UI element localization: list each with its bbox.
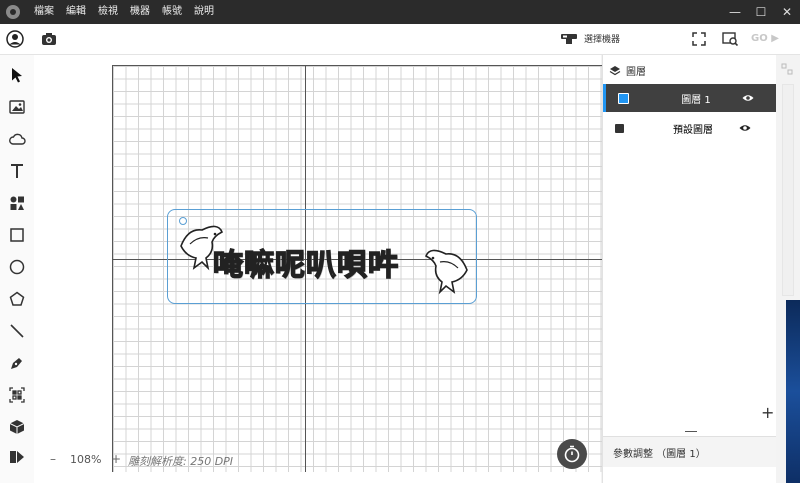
menu-machine[interactable]: 機器 <box>124 0 156 24</box>
maximize-button[interactable]: ☐ <box>748 0 774 24</box>
title-bar: 檔案 編輯 檢視 機器 帳號 說明 — ☐ ✕ <box>0 0 800 24</box>
eye-icon[interactable] <box>742 92 754 104</box>
layer-color-swatch[interactable] <box>615 123 624 133</box>
3d-box-tool-icon[interactable] <box>8 418 26 436</box>
pen-tool-icon[interactable] <box>8 354 26 372</box>
select-machine-label[interactable]: 選擇機器 <box>584 32 620 45</box>
layers-panel: 圖層 圖層 1 預設圖層 + 參數調整 （圖層 1） <box>602 55 777 483</box>
layers-title: 圖層 <box>626 67 646 78</box>
text-tool-icon[interactable] <box>8 162 26 180</box>
layer-name[interactable]: 預設圖層 <box>643 121 743 136</box>
fit-screen-icon[interactable] <box>690 30 708 48</box>
engrave-resolution: 雕刻解析度: 250 DPI <box>128 455 234 468</box>
panel-scrollbar[interactable] <box>782 84 794 296</box>
app-logo-icon <box>6 5 20 19</box>
menu-edit[interactable]: 編輯 <box>60 0 92 24</box>
menu-account[interactable]: 帳號 <box>156 0 188 24</box>
menu-file[interactable]: 檔案 <box>28 0 60 24</box>
stopwatch-icon <box>564 445 580 463</box>
qrcode-tool-icon[interactable] <box>8 386 26 404</box>
close-button[interactable]: ✕ <box>774 0 800 24</box>
go-button[interactable]: GO ▶ <box>751 33 779 44</box>
zoom-out-button[interactable]: – <box>50 452 56 466</box>
media-tool-icon[interactable] <box>8 448 26 466</box>
layer-name[interactable]: 圖層 1 <box>646 91 746 106</box>
align-icon[interactable] <box>781 63 793 75</box>
zoom-level: 108% <box>70 453 102 466</box>
canvas-status-bar: – 108% + 雕刻解析度: 250 DPI <box>34 448 554 472</box>
menu-view[interactable]: 檢視 <box>92 0 124 24</box>
zoom-in-button[interactable]: + <box>111 452 121 466</box>
rectangle-tool-icon[interactable] <box>8 226 26 244</box>
tool-palette <box>0 55 34 483</box>
polygon-tool-icon[interactable] <box>8 290 26 308</box>
select-tool-icon[interactable] <box>8 66 26 84</box>
top-toolbar: 選擇機器 GO ▶ <box>0 24 800 55</box>
design-text[interactable]: 唵嘛呢叭唄吽 <box>212 240 399 284</box>
desktop-background <box>786 300 800 483</box>
line-tool-icon[interactable] <box>8 322 26 340</box>
layer-color-swatch[interactable] <box>618 92 629 104</box>
account-icon[interactable] <box>6 30 24 48</box>
menu-help[interactable]: 說明 <box>188 0 220 24</box>
eye-icon[interactable] <box>739 122 751 134</box>
parameter-panel-header[interactable]: 參數調整 （圖層 1） <box>603 436 777 467</box>
layers-header: 圖層 <box>609 63 646 78</box>
image-tool-icon[interactable] <box>8 98 26 116</box>
layer-row-default[interactable]: 預設圖層 <box>603 114 777 142</box>
circle-tool-icon[interactable] <box>8 258 26 276</box>
panel-resize-handle[interactable] <box>685 431 697 432</box>
minimize-button[interactable]: — <box>722 0 748 24</box>
dove-right-graphic[interactable] <box>424 246 470 296</box>
preview-icon[interactable] <box>721 30 739 48</box>
parameter-title: 參數調整 （圖層 1） <box>613 449 706 460</box>
add-layer-button[interactable]: + <box>761 403 774 422</box>
machine-icon[interactable] <box>560 30 578 48</box>
shapes-tool-icon[interactable] <box>8 194 26 212</box>
camera-icon[interactable] <box>40 30 58 48</box>
layers-icon <box>609 65 621 75</box>
estimate-time-button[interactable] <box>557 439 587 469</box>
cloud-tool-icon[interactable] <box>8 130 26 148</box>
layer-row-1[interactable]: 圖層 1 <box>603 84 777 112</box>
